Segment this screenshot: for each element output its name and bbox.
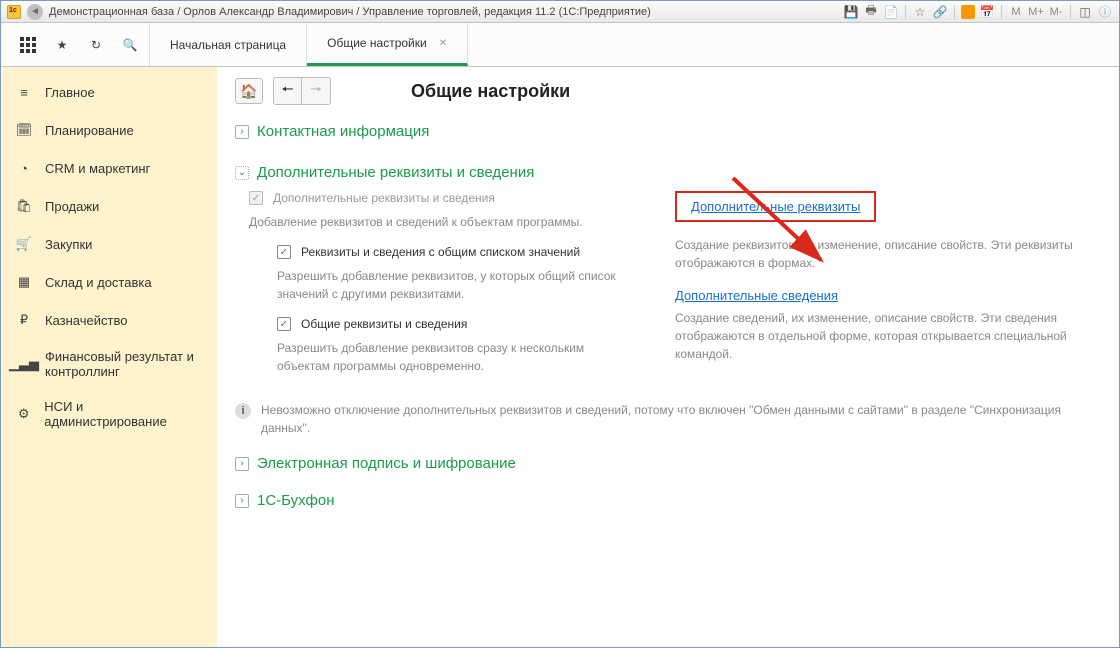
chevron-down-icon: ⌄: [235, 166, 249, 180]
page-title: Общие настройки: [411, 81, 570, 102]
checkbox-common-list[interactable]: ✓: [277, 245, 291, 259]
star-icon[interactable]: ☆: [912, 4, 928, 20]
sidebar: ≡ Главное 🗓 Планирование ◔ CRM и маркети…: [1, 67, 217, 647]
gear-icon: ⚙: [15, 405, 32, 423]
m-minus-icon[interactable]: M-: [1048, 4, 1064, 20]
section-title: 1С-Бухфон: [257, 492, 334, 509]
sidebar-item-sales[interactable]: 🛍 Продажи: [1, 187, 217, 225]
desc-main: Добавление реквизитов и сведений к объек…: [249, 213, 635, 231]
print-icon[interactable]: 🖶: [863, 4, 879, 20]
info-row: i Невозможно отключение дополнительных р…: [235, 401, 1101, 437]
favorites-star-icon[interactable]: ★: [53, 36, 71, 54]
section-title: Контактная информация: [257, 123, 429, 140]
chevron-right-icon: ›: [235, 457, 249, 471]
section-signature-header[interactable]: › Электронная подпись и шифрование: [235, 455, 1101, 472]
tabbar: ★ ↻ 🔍 Начальная страница Общие настройки…: [1, 23, 1119, 67]
pie-chart-icon: ◔: [15, 159, 33, 177]
menu-icon: ≡: [15, 83, 33, 101]
sidebar-item-label: Финансовый результат и контроллинг: [45, 349, 203, 379]
sidebar-item-planning[interactable]: 🗓 Планирование: [1, 111, 217, 149]
cart-icon: 🛒: [15, 235, 33, 253]
checkbox-shared[interactable]: ✓: [277, 317, 291, 331]
checkbox-label: Общие реквизиты и сведения: [301, 317, 467, 331]
sidebar-item-label: Главное: [45, 85, 95, 100]
sidebar-item-warehouse[interactable]: ▦ Склад и доставка: [1, 263, 217, 301]
sidebar-item-admin[interactable]: ⚙ НСИ и администрирование: [1, 389, 217, 439]
link-additional-requisites[interactable]: Дополнительные реквизиты: [691, 199, 860, 214]
link-additional-info[interactable]: Дополнительные сведения: [675, 288, 838, 303]
titlebar: ◄ Демонстрационная база / Орлов Александ…: [1, 1, 1119, 23]
tab-general-settings[interactable]: Общие настройки ✕: [307, 23, 468, 66]
nav-back-button[interactable]: 🠔: [274, 78, 302, 104]
app-icon: [7, 5, 21, 19]
section-buhphone-header[interactable]: › 1С-Бухфон: [235, 492, 1101, 509]
sidebar-item-purchases[interactable]: 🛒 Закупки: [1, 225, 217, 263]
sidebar-item-treasury[interactable]: ₽ Казначейство: [1, 301, 217, 339]
panel-icon[interactable]: ◫: [1077, 4, 1093, 20]
m-plus-icon[interactable]: M+: [1028, 4, 1044, 20]
checkbox-label: Дополнительные реквизиты и сведения: [273, 191, 495, 205]
home-button[interactable]: 🏠: [235, 78, 263, 104]
save-icon[interactable]: 💾: [843, 4, 859, 20]
info-icon[interactable]: ⓘ: [1097, 4, 1113, 20]
sidebar-item-label: Казначейство: [45, 313, 127, 328]
link1-desc: Создание реквизитов, их изменение, описа…: [675, 236, 1101, 272]
sidebar-item-label: CRM и маркетинг: [45, 161, 150, 176]
sidebar-item-crm[interactable]: ◔ CRM и маркетинг: [1, 149, 217, 187]
content-area: 🏠 🠔 🠖 Общие настройки › Контактная инфор…: [217, 67, 1119, 647]
desc-shared: Разрешить добавление реквизитов сразу к …: [277, 339, 635, 375]
info-text: Невозможно отключение дополнительных рек…: [261, 401, 1101, 437]
chevron-right-icon: ›: [235, 125, 249, 139]
close-icon[interactable]: ✕: [439, 38, 447, 49]
checkbox-additional-main: ✓: [249, 191, 263, 205]
nav-forward-button[interactable]: 🠖: [302, 78, 330, 104]
sidebar-item-label: Закупки: [45, 237, 92, 252]
link-additional-requisites-highlight: Дополнительные реквизиты: [675, 191, 876, 222]
sidebar-item-label: Планирование: [45, 123, 134, 138]
boxes-icon: ▦: [15, 273, 33, 291]
ruble-icon: ₽: [15, 311, 33, 329]
chart-bar-icon: ▁▃▅: [15, 355, 33, 373]
m-icon[interactable]: M: [1008, 4, 1024, 20]
titlebar-nav-back[interactable]: ◄: [27, 4, 43, 20]
calendar-icon: 🗓: [15, 121, 33, 139]
link-icon[interactable]: 🔗: [932, 4, 948, 20]
sidebar-item-label: Склад и доставка: [45, 275, 152, 290]
info-icon: i: [235, 403, 251, 419]
titlebar-text: Демонстрационная база / Орлов Александр …: [49, 6, 837, 18]
section-additional-header[interactable]: ⌄ Дополнительные реквизиты и сведения: [235, 164, 1101, 181]
sidebar-item-finresult[interactable]: ▁▃▅ Финансовый результат и контроллинг: [1, 339, 217, 389]
bag-icon: 🛍: [15, 197, 33, 215]
tab-start-page[interactable]: Начальная страница: [149, 23, 307, 66]
tab-label: Общие настройки: [327, 36, 427, 50]
link2-desc: Создание сведений, их изменение, описани…: [675, 309, 1101, 363]
apps-grid-icon[interactable]: [19, 36, 37, 54]
sidebar-item-label: НСИ и администрирование: [44, 399, 203, 429]
calendar-icon[interactable]: 📅: [979, 4, 995, 20]
sidebar-item-label: Продажи: [45, 199, 99, 214]
chevron-right-icon: ›: [235, 494, 249, 508]
checkbox-label: Реквизиты и сведения с общим списком зна…: [301, 245, 580, 259]
search-icon[interactable]: 🔍: [121, 36, 139, 54]
section-title: Электронная подпись и шифрование: [257, 455, 516, 472]
section-contact-header[interactable]: › Контактная информация: [235, 123, 1101, 140]
calc-icon[interactable]: [961, 5, 975, 19]
titlebar-tools: 💾 🖶 📄 ☆ 🔗 📅 M M+ M- ◫ ⓘ: [843, 4, 1113, 20]
doc-icon[interactable]: 📄: [883, 4, 899, 20]
history-icon[interactable]: ↻: [87, 36, 105, 54]
desc-common: Разрешить добавление реквизитов, у котор…: [277, 267, 635, 303]
tab-label: Начальная страница: [170, 38, 286, 52]
section-title: Дополнительные реквизиты и сведения: [257, 164, 534, 181]
sidebar-item-main[interactable]: ≡ Главное: [1, 73, 217, 111]
